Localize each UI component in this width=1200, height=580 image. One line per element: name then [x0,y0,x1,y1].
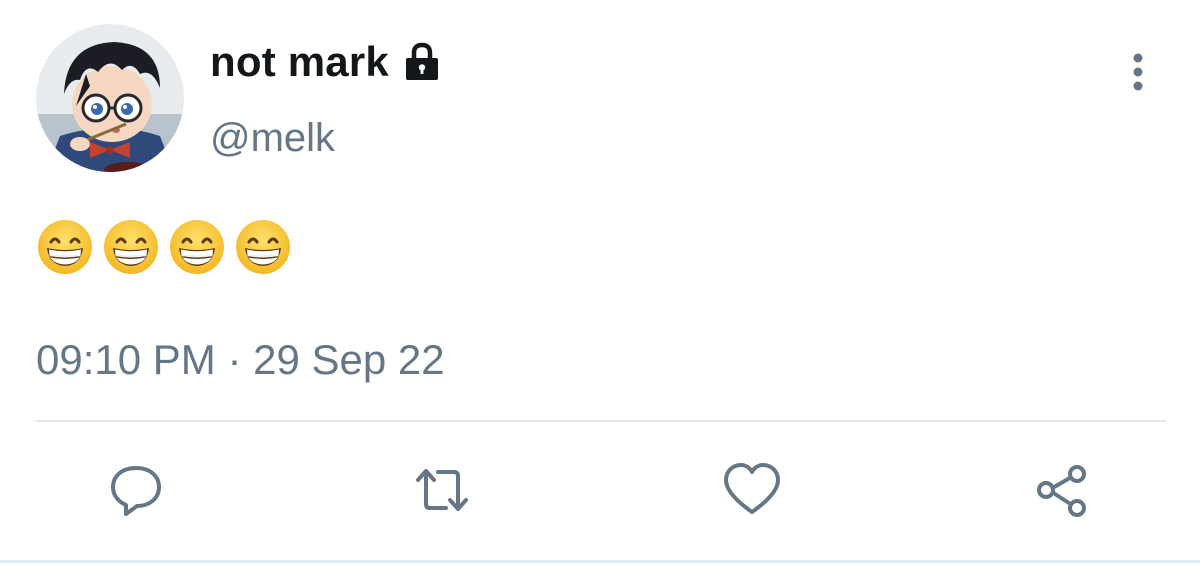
share-icon [1037,465,1086,517]
share-button[interactable] [1032,460,1092,520]
like-button[interactable] [722,460,782,520]
heart-icon [724,463,780,514]
grinning-face-emoji [170,220,224,274]
user-handle[interactable]: @melk [210,116,335,161]
bottom-divider [0,560,1200,563]
tweet-timestamp[interactable]: 09:10 PM · 29 Sep 22 [36,336,445,384]
retweet-icon [416,469,468,511]
reply-button[interactable] [106,460,166,520]
lock-icon [399,39,445,85]
divider [36,420,1166,422]
avatar[interactable] [36,24,184,172]
more-options-icon [1133,53,1143,91]
grinning-face-emoji [236,220,290,274]
retweet-button[interactable] [412,460,472,520]
grinning-face-emoji [104,220,158,274]
anime-character-avatar [36,24,184,172]
tweet-text [36,218,292,276]
reply-icon [111,466,161,516]
author-name-row: not mark [210,38,445,86]
more-options-button[interactable] [1118,50,1158,94]
grinning-face-emoji [38,220,92,274]
display-name[interactable]: not mark [210,38,389,86]
